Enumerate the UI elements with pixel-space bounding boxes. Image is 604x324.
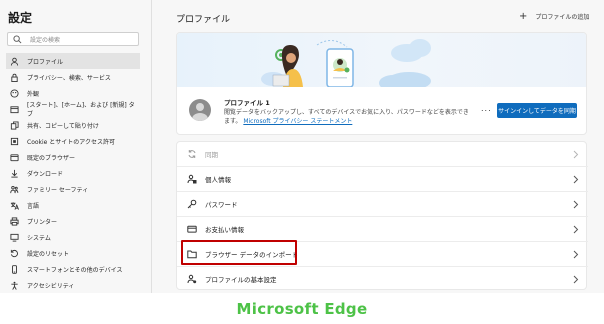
personal-info-icon (187, 174, 197, 184)
row-label: パスワード (205, 201, 238, 209)
caption: Microsoft Edge (236, 299, 368, 318)
profile-icon (10, 57, 19, 66)
chevron-right-icon (573, 225, 579, 234)
row-label: 個人情報 (205, 176, 231, 184)
sidebar-title: 設定 (8, 11, 33, 25)
cookie-icon (10, 137, 19, 146)
phone-icon (10, 264, 19, 274)
language-icon (10, 201, 19, 210)
sidebar-item-label: 設定のリセット (27, 250, 70, 258)
privacy-statement-link[interactable]: Microsoft プライバシー ステートメント (243, 118, 352, 125)
row-payment-info[interactable]: お支払い情報 (177, 217, 588, 242)
profile-name: プロファイル 1 (224, 99, 270, 107)
family-icon (10, 185, 19, 194)
key-icon (187, 199, 197, 209)
row-label: プロファイルの基本設定 (205, 275, 277, 284)
profile-settings-icon (187, 274, 197, 284)
sidebar-item-label: プロファイル (27, 58, 64, 66)
sidebar-item-family-safety[interactable]: ファミリー セーフティ (6, 181, 140, 197)
row-personal-info[interactable]: 個人情報 (177, 167, 588, 192)
sidebar-item-label: 既定のブラウザー (27, 154, 76, 162)
page-title: プロファイル (176, 15, 231, 25)
sidebar-item-cookies[interactable]: Cookie とサイトのアクセス許可 (6, 133, 140, 149)
chevron-right-icon (573, 275, 579, 284)
appearance-icon (10, 88, 19, 98)
sidebar-item-label: スマートフォンとその他のデバイス (27, 266, 123, 274)
row-profile-preferences[interactable]: プロファイルの基本設定 (177, 267, 588, 290)
sync-icon (187, 149, 197, 159)
sidebar-item-appearance[interactable]: 外観 (6, 85, 140, 101)
sidebar-item-downloads[interactable]: ダウンロード (6, 165, 140, 181)
row-sync[interactable]: 同期 (177, 142, 588, 167)
profile-settings-card: 同期 個人情報 パスワード お支払い情報 ブラウザー データのインポート プロフ… (176, 141, 588, 290)
sidebar-item-label: [スタート]、[ホーム]、および [新規] タブ (27, 102, 135, 118)
share-icon (10, 120, 19, 130)
sidebar-nav: プロファイル プライバシー、検索、サービス 外観 [スタート]、[ホーム]、およ… (6, 53, 140, 293)
sidebar-item-label: ダウンロード (27, 170, 64, 178)
chevron-right-icon (573, 200, 579, 209)
row-label: 同期 (205, 151, 218, 159)
sidebar-item-privacy[interactable]: プライバシー、検索、サービス (6, 69, 140, 85)
sidebar-item-phone-devices[interactable]: スマートフォンとその他のデバイス (6, 261, 140, 277)
sidebar: 設定 設定の検索 プロファイル プライバシー、検索、サービス 外観 [スタート]… (0, 0, 152, 293)
profile-banner (177, 33, 586, 91)
profile-description: 閲覧データをバックアップし、すべてのデバイスでお気に入り、パスワードなどを表示で… (224, 108, 469, 126)
settings-window: 設定 設定の検索 プロファイル プライバシー、検索、サービス 外観 [スタート]… (0, 0, 604, 293)
more-options-icon[interactable]: ... (481, 104, 492, 113)
add-profile-button[interactable]: + プロファイルの追加 (519, 10, 590, 22)
chevron-right-icon (573, 150, 579, 159)
sidebar-item-default-browser[interactable]: 既定のブラウザー (6, 149, 140, 165)
download-icon (10, 169, 19, 178)
chevron-right-icon (573, 250, 579, 259)
banner-illustration (261, 39, 431, 91)
sidebar-item-system[interactable]: システム (6, 229, 140, 245)
browser-icon (10, 153, 19, 162)
sidebar-item-label: 共有、コピーして貼り付け (27, 122, 99, 130)
plus-icon: + (519, 10, 528, 22)
add-profile-label: プロファイルの追加 (535, 14, 590, 21)
lock-icon (10, 73, 19, 82)
reset-icon (10, 249, 19, 258)
sidebar-item-start-home-newtab[interactable]: [スタート]、[ホーム]、および [新規] タブ (6, 101, 140, 118)
row-label: お支払い情報 (205, 226, 244, 234)
sidebar-item-label: Cookie とサイトのアクセス許可 (27, 138, 115, 146)
sidebar-item-languages[interactable]: 言語 (6, 197, 140, 213)
sidebar-item-label: プリンター (27, 218, 58, 226)
sidebar-item-label: アクセシビリティ (27, 282, 75, 290)
sidebar-item-accessibility[interactable]: アクセシビリティ (6, 277, 140, 293)
sidebar-item-share[interactable]: 共有、コピーして貼り付け (6, 117, 140, 133)
chevron-right-icon (573, 175, 579, 184)
highlight-box (181, 240, 297, 265)
search-icon (13, 35, 22, 44)
sidebar-item-printers[interactable]: プリンター (6, 213, 140, 229)
avatar (189, 99, 211, 121)
profile-card: プロファイル 1 閲覧データをバックアップし、すべてのデバイスでお気に入り、パス… (176, 32, 587, 135)
search-input[interactable]: 設定の検索 (7, 32, 139, 46)
sidebar-item-label: システム (27, 234, 51, 242)
sidebar-item-label: 言語 (27, 202, 40, 210)
system-icon (10, 233, 19, 242)
tabs-icon (10, 105, 19, 114)
accessibility-icon (10, 281, 19, 290)
search-placeholder: 設定の検索 (30, 37, 61, 44)
card-icon (187, 224, 197, 234)
sidebar-item-label: ファミリー セーフティ (27, 186, 89, 194)
sign-in-sync-button[interactable]: サインインしてデータを同期 (497, 103, 577, 118)
sidebar-item-profile[interactable]: プロファイル (6, 53, 140, 69)
sidebar-item-label: プライバシー、検索、サービス (27, 74, 111, 82)
sidebar-item-label: 外観 (27, 90, 40, 98)
row-passwords[interactable]: パスワード (177, 192, 588, 217)
sidebar-item-reset[interactable]: 設定のリセット (6, 245, 140, 261)
printer-icon (10, 216, 19, 226)
